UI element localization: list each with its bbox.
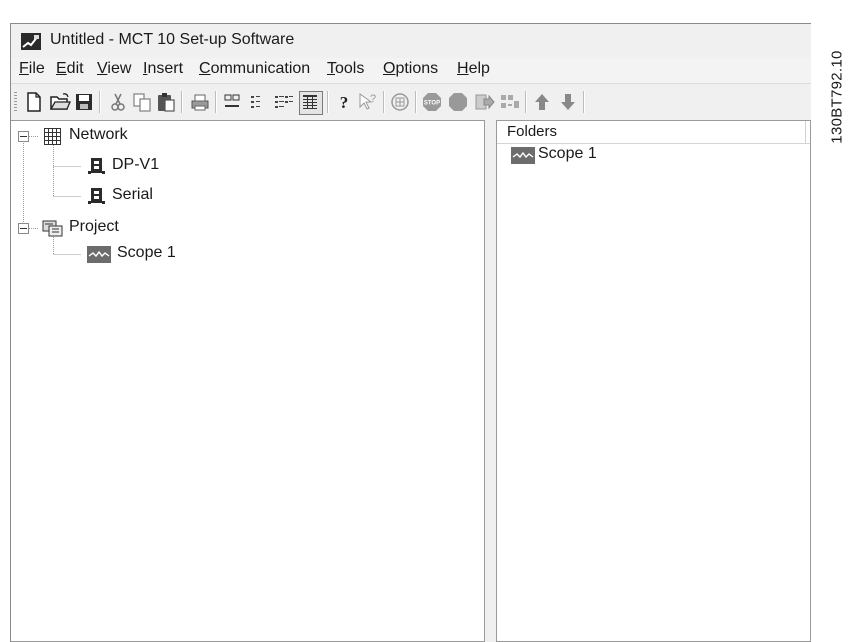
toolbar-separator (99, 91, 101, 113)
app-window: Untitled - MCT 10 Set-up Software File E… (10, 23, 811, 642)
figure-code-text: 130BT792.10 (828, 50, 846, 144)
title-bar[interactable]: Untitled - MCT 10 Set-up Software (11, 24, 811, 58)
down-arrow-icon[interactable] (557, 91, 579, 113)
fieldbus-port-icon (87, 157, 107, 180)
menu-help[interactable]: Help (457, 60, 490, 78)
details-view-icon[interactable] (299, 91, 323, 115)
tree-node-network[interactable]: Network (69, 126, 128, 144)
paste-icon[interactable] (155, 91, 177, 113)
tree-node-scope-1[interactable]: Scope 1 (117, 244, 176, 262)
stop-icon[interactable]: STOP (421, 91, 443, 113)
scope-icon (87, 246, 111, 268)
window-title: Untitled - MCT 10 Set-up Software (50, 31, 295, 48)
figure-code-label: 130BT792.10 (822, 22, 852, 172)
tree-connector-lines (23, 136, 81, 255)
toolbar: ? ? STOP (11, 83, 811, 120)
list-item-scope-1[interactable]: Scope 1 (538, 145, 597, 163)
pane-splitter[interactable] (485, 120, 496, 642)
toolbar-separator (215, 91, 217, 113)
network-tree-pane[interactable]: Network DP-V1 Serial Project Scope 1 (11, 120, 485, 642)
column-divider[interactable] (805, 121, 806, 143)
toolbar-separator (525, 91, 527, 113)
help-icon[interactable]: ? (333, 91, 355, 113)
menu-bar: File Edit View Insert Communication Tool… (11, 58, 811, 83)
open-folder-icon[interactable] (49, 91, 71, 113)
print-icon[interactable] (189, 91, 211, 113)
tree-node-dp-v1[interactable]: DP-V1 (112, 156, 159, 174)
list-view-icon[interactable] (273, 91, 295, 113)
collapse-project-toggle[interactable] (18, 223, 29, 234)
network-grid-icon (43, 127, 63, 151)
network-scan-icon[interactable] (499, 91, 521, 113)
context-help-icon[interactable]: ? (357, 91, 379, 113)
svg-text:STOP: STOP (424, 101, 440, 107)
record-icon[interactable] (447, 91, 469, 113)
svg-text:?: ? (340, 93, 349, 112)
toolbar-separator (327, 91, 329, 113)
toolbar-separator (583, 91, 585, 113)
scope-icon (511, 147, 535, 169)
save-icon[interactable] (73, 91, 95, 113)
collapse-network-toggle[interactable] (18, 131, 29, 142)
folders-column-label: Folders (507, 123, 558, 140)
bus-scan-icon[interactable] (389, 91, 411, 113)
folders-list-pane[interactable]: Folders Scope 1 (496, 120, 811, 642)
small-icons-view-icon[interactable] (247, 91, 269, 113)
menu-communication[interactable]: Communication (199, 60, 310, 78)
menu-edit[interactable]: Edit (56, 60, 84, 78)
menu-file[interactable]: File (19, 60, 45, 78)
copy-icon[interactable] (131, 91, 153, 113)
menu-tools[interactable]: Tools (327, 60, 364, 78)
toolbar-separator (383, 91, 385, 113)
large-icons-view-icon[interactable] (221, 91, 243, 113)
tree-node-project[interactable]: Project (69, 218, 119, 236)
toolbar-grip[interactable] (14, 92, 17, 112)
project-icon (42, 218, 64, 243)
cut-icon[interactable] (107, 91, 129, 113)
toolbar-separator (415, 91, 417, 113)
write-to-drive-icon[interactable] (473, 91, 495, 113)
svg-text:?: ? (370, 93, 376, 105)
menu-insert[interactable]: Insert (143, 60, 183, 78)
mct10-app-icon (21, 33, 41, 50)
serial-port-icon (87, 187, 107, 210)
folders-column-header[interactable]: Folders (497, 121, 810, 144)
up-arrow-icon[interactable] (531, 91, 553, 113)
new-file-icon[interactable] (23, 91, 45, 113)
menu-options[interactable]: Options (383, 60, 438, 78)
menu-view[interactable]: View (97, 60, 131, 78)
tree-node-serial[interactable]: Serial (112, 186, 153, 204)
toolbar-separator (181, 91, 183, 113)
